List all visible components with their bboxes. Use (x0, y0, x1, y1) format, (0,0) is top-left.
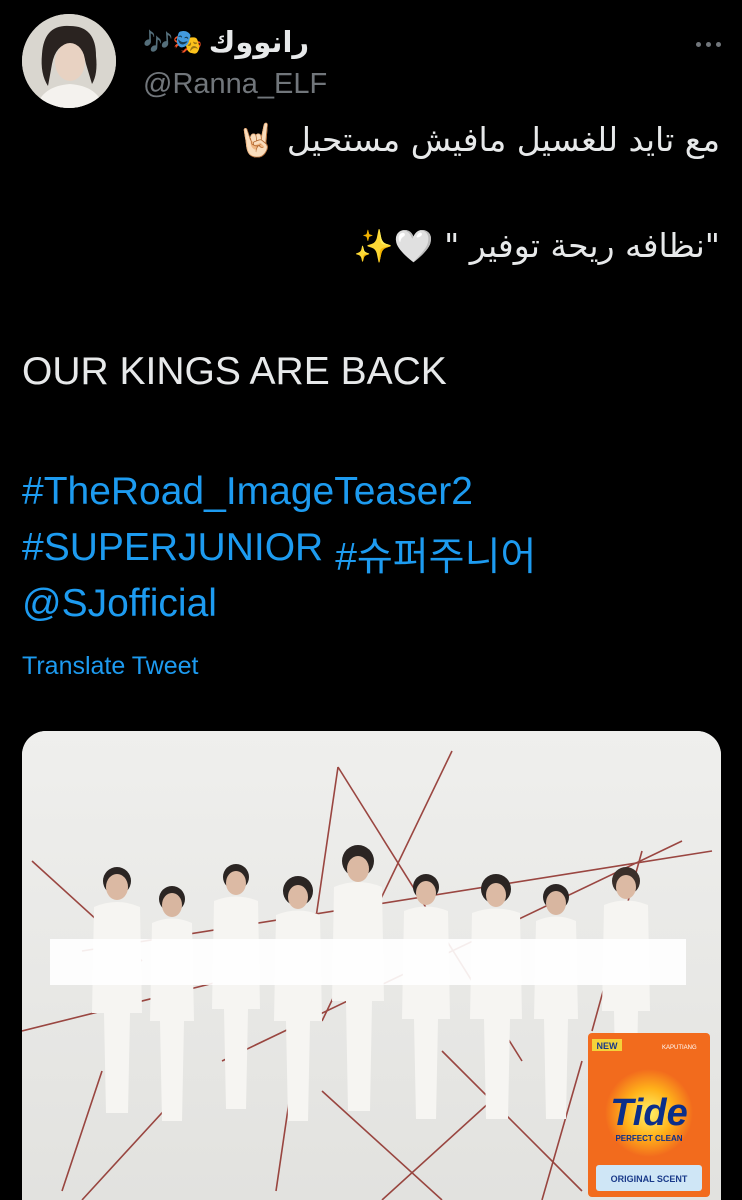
hashtag-korean[interactable]: #슈퍼주니어 (335, 526, 536, 582)
svg-text:ORIGINAL SCENT: ORIGINAL SCENT (611, 1174, 688, 1184)
tide-product-pack: NEW KAPUTIANG Tide PERFECT CLEAN ORIGINA… (588, 1033, 710, 1197)
svg-text:KAPUTIANG: KAPUTIANG (662, 1045, 697, 1051)
heart-sparkles-emoji: 🤍✨ (353, 227, 434, 265)
group-photo: NEW KAPUTIANG Tide PERFECT CLEAN ORIGINA… (22, 731, 721, 1200)
display-name-text: رانووك (208, 26, 310, 59)
svg-text:NEW: NEW (597, 1041, 619, 1051)
hashtag-row: #SUPERJUNIOR #슈퍼주니어 (22, 526, 536, 582)
svg-text:PERFECT CLEAN: PERFECT CLEAN (615, 1134, 682, 1143)
tweet-text-line-2: "نظافه ريحة توفير " 🤍✨ (354, 226, 720, 265)
display-name[interactable]: 🎶🎭 رانووك (143, 22, 309, 62)
rock-hand-emoji: 🤘🏻 (236, 121, 277, 159)
translate-tweet-link[interactable]: Translate Tweet (22, 652, 198, 681)
user-handle[interactable]: @Ranna_ELF (143, 68, 327, 101)
display-name-emoji: 🎶🎭 (143, 28, 203, 56)
tweet-text-arabic-2: "نظافه ريحة توفير " (444, 226, 720, 265)
tweet-text-line-3: OUR KINGS ARE BACK (22, 350, 447, 393)
tweet-media-image[interactable]: NEW KAPUTIANG Tide PERFECT CLEAN ORIGINA… (22, 731, 721, 1200)
svg-text:Tide: Tide (610, 1092, 687, 1134)
more-options-icon[interactable] (682, 24, 734, 64)
hashtag-superjunior[interactable]: #SUPERJUNIOR (22, 526, 323, 582)
tweet-text-line-1: مع تايد للغسيل مافيش مستحيل 🤘🏻 (237, 120, 720, 159)
hashtag-theroad[interactable]: #TheRoad_ImageTeaser2 (22, 470, 473, 514)
avatar-image (22, 14, 116, 108)
tweet-text-arabic-1: مع تايد للغسيل مافيش مستحيل (286, 120, 720, 159)
avatar[interactable] (22, 14, 116, 108)
tweet-card: 🎶🎭 رانووك @Ranna_ELF مع تايد للغسيل مافي… (0, 0, 742, 1200)
mention-sjofficial[interactable]: @SJofficial (22, 582, 217, 626)
